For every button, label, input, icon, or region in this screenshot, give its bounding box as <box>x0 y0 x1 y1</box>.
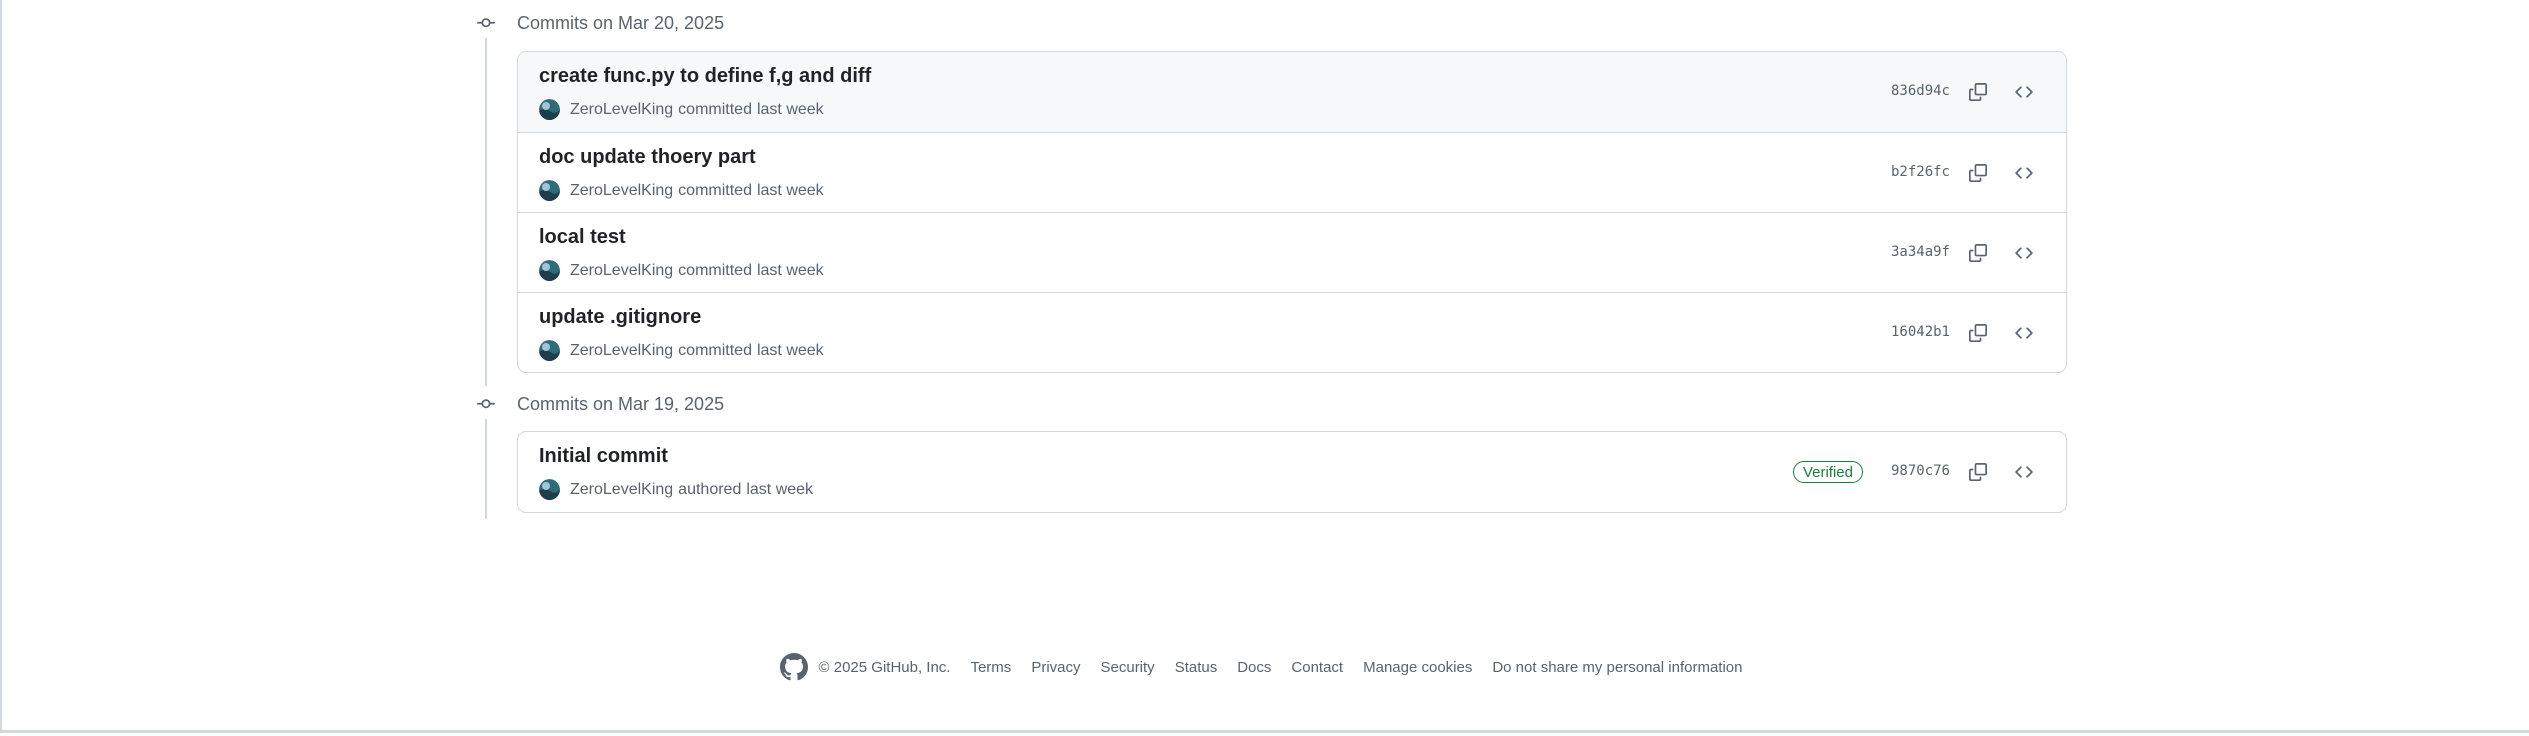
commit-author[interactable]: ZeroLevelKing <box>570 182 673 200</box>
footer-link-status[interactable]: Status <box>1175 659 1218 676</box>
copy-sha-button[interactable] <box>1964 239 1992 267</box>
commit-meta: ZeroLevelKing authored last week <box>539 479 813 500</box>
avatar[interactable] <box>539 99 560 120</box>
avatar[interactable] <box>539 260 560 281</box>
code-icon <box>2015 167 2033 179</box>
commit-row[interactable]: create func.py to define f,g and diff Ze… <box>518 52 2066 132</box>
footer-link-manage-cookies[interactable]: Manage cookies <box>1363 659 1472 676</box>
commit-time: last week <box>746 480 814 498</box>
commit-author[interactable]: ZeroLevelKing <box>570 342 673 360</box>
commit-sha[interactable]: 3a34a9f <box>1891 244 1950 260</box>
commit-action: committed <box>678 261 752 279</box>
commit-action: committed <box>678 181 752 199</box>
code-icon <box>2015 327 2033 339</box>
page-frame-left <box>0 0 2 732</box>
commit-meta: ZeroLevelKing committed last week <box>539 180 824 201</box>
footer-link-docs[interactable]: Docs <box>1237 659 1271 676</box>
browse-repo-button[interactable] <box>2010 239 2038 267</box>
commit-group-date: Commits on Mar 19, 2025 <box>517 393 725 414</box>
copy-sha-button[interactable] <box>1964 159 1992 187</box>
commit-group-header: Commits on Mar 19, 2025 <box>476 389 724 419</box>
page-frame-bottom <box>0 730 2529 733</box>
commit-author[interactable]: ZeroLevelKing <box>570 262 673 280</box>
commit-action: committed <box>678 100 752 118</box>
footer-link-security[interactable]: Security <box>1101 659 1155 676</box>
copy-icon <box>1969 324 1987 342</box>
commit-action: authored <box>678 480 742 498</box>
code-icon <box>2015 247 2033 259</box>
copy-icon <box>1969 83 1987 101</box>
avatar[interactable] <box>539 180 560 201</box>
commit-title[interactable]: update .gitignore <box>539 306 701 329</box>
commit-meta: ZeroLevelKing committed last week <box>539 260 824 281</box>
commit-action: committed <box>678 341 752 359</box>
commit-row[interactable]: Initial commit ZeroLevelKing authored la… <box>518 432 2066 512</box>
footer-link-privacy[interactable]: Privacy <box>1031 659 1080 676</box>
commit-time: last week <box>756 181 824 199</box>
browse-repo-button[interactable] <box>2010 458 2038 486</box>
commit-title[interactable]: Initial commit <box>539 445 668 468</box>
commit-meta: ZeroLevelKing committed last week <box>539 99 824 120</box>
commit-row[interactable]: doc update thoery part ZeroLevelKing com… <box>518 132 2066 212</box>
commit-sha[interactable]: b2f26fc <box>1891 164 1950 180</box>
avatar[interactable] <box>539 479 560 500</box>
verified-badge[interactable]: Verified <box>1792 461 1863 483</box>
commit-icon <box>476 394 496 414</box>
commit-time: last week <box>756 261 824 279</box>
commit-sha[interactable]: 16042b1 <box>1891 324 1950 340</box>
github-logo-icon[interactable] <box>779 652 809 682</box>
avatar[interactable] <box>539 340 560 361</box>
commit-title[interactable]: local test <box>539 226 626 249</box>
commit-title[interactable]: doc update thoery part <box>539 146 756 169</box>
copy-sha-button[interactable] <box>1964 78 1992 106</box>
commit-icon <box>476 13 496 33</box>
commit-group-date: Commits on Mar 20, 2025 <box>517 12 725 33</box>
commit-author[interactable]: ZeroLevelKing <box>570 101 673 119</box>
copy-sha-button[interactable] <box>1964 458 1992 486</box>
timeline-line <box>485 419 487 519</box>
commit-group-header: Commits on Mar 20, 2025 <box>476 8 724 38</box>
copy-icon <box>1969 164 1987 182</box>
commit-title[interactable]: create func.py to define f,g and diff <box>539 65 871 88</box>
commit-time: last week <box>756 341 824 359</box>
code-icon <box>2015 86 2033 98</box>
commit-meta: ZeroLevelKing committed last week <box>539 340 824 361</box>
commit-row[interactable]: update .gitignore ZeroLevelKing committe… <box>518 292 2066 372</box>
commit-list: create func.py to define f,g and diff Ze… <box>517 51 2067 373</box>
commit-time: last week <box>756 100 824 118</box>
copy-icon <box>1969 463 1987 481</box>
commit-sha[interactable]: 9870c76 <box>1891 463 1950 479</box>
browse-repo-button[interactable] <box>2010 159 2038 187</box>
copy-sha-button[interactable] <box>1964 319 1992 347</box>
copy-icon <box>1969 244 1987 262</box>
code-icon <box>2015 466 2033 478</box>
timeline-line <box>485 38 487 386</box>
commit-list: Initial commit ZeroLevelKing authored la… <box>517 431 2067 513</box>
footer-link-contact[interactable]: Contact <box>1291 659 1343 676</box>
commit-author[interactable]: ZeroLevelKing <box>570 481 673 499</box>
commit-sha[interactable]: 836d94c <box>1891 83 1950 99</box>
footer: © 2025 GitHub, Inc. Terms Privacy Securi… <box>0 652 2529 682</box>
browse-repo-button[interactable] <box>2010 319 2038 347</box>
commit-row[interactable]: local test ZeroLevelKing committed last … <box>518 212 2066 292</box>
browse-repo-button[interactable] <box>2010 78 2038 106</box>
footer-link-do-not-share[interactable]: Do not share my personal information <box>1492 659 1742 676</box>
footer-copyright: © 2025 GitHub, Inc. <box>818 658 951 676</box>
footer-link-terms[interactable]: Terms <box>970 659 1011 676</box>
